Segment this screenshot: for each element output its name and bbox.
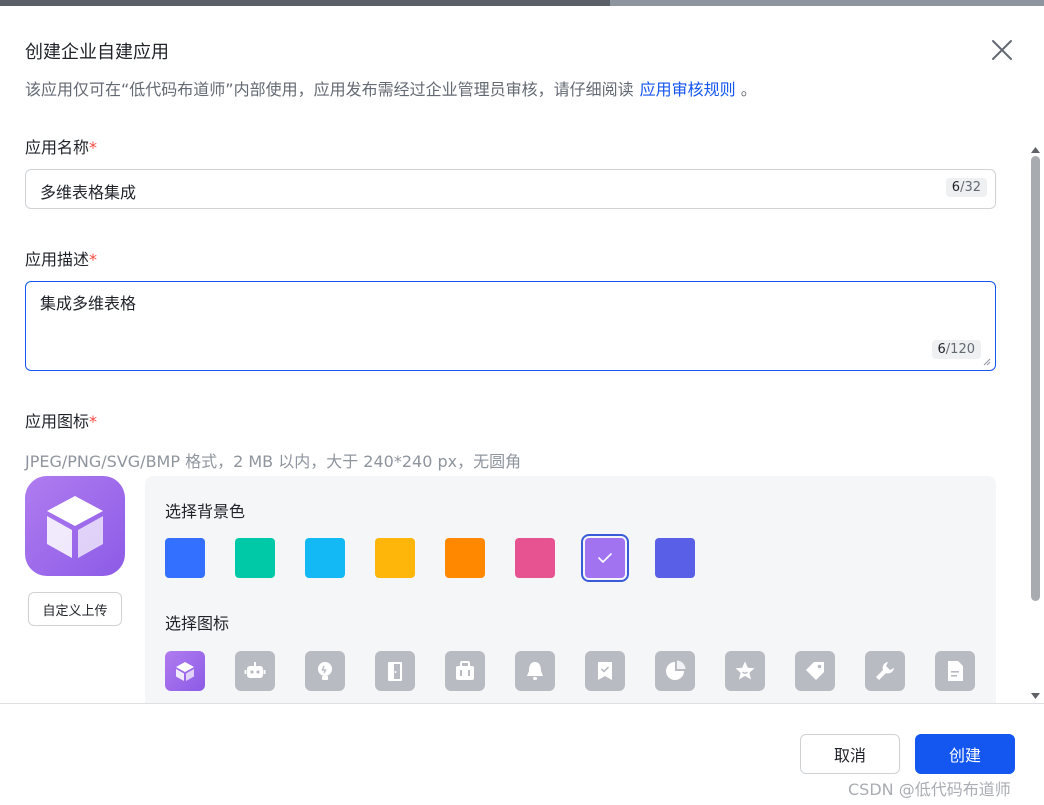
color-swatch[interactable] [165,538,205,578]
check-icon [598,553,612,563]
icon-option[interactable] [865,651,905,691]
bookmark-check-icon [598,662,612,680]
icon-option[interactable] [235,651,275,691]
cancel-button[interactable]: 取消 [800,734,900,774]
scroll-down-arrow-icon[interactable] [1030,692,1041,700]
description-label: 应用描述* [25,246,97,270]
subtitle-text: 该应用仅可在“低代码布道师”内部使用，应用发布需经过企业管理员审核，请仔细阅读 [25,80,634,99]
name-input[interactable]: 多维表格集成 6/32 [25,169,996,209]
scrollbar[interactable] [1029,146,1042,702]
icon-option[interactable] [935,651,975,691]
custom-upload-button[interactable]: 自定义上传 [28,592,122,626]
name-char-count: 6/32 [945,178,987,197]
subtitle-end: 。 [740,80,757,99]
name-label-text: 应用名称 [25,138,90,157]
app-icon-preview [25,476,125,576]
star-icon [735,661,755,680]
color-swatch[interactable] [235,538,275,578]
wrench-icon [876,662,894,680]
color-swatch[interactable] [515,538,555,578]
icon-choice-label: 选择图标 [165,614,230,633]
icon-option[interactable] [515,651,555,691]
icon-option[interactable] [585,651,625,691]
required-mark: * [89,412,98,431]
description-count-max: /120 [945,342,975,357]
bell-icon [527,662,543,680]
icon-label: 应用图标* [25,408,97,432]
icon-option[interactable] [375,651,415,691]
door-icon [388,662,402,681]
rules-link[interactable]: 应用审核规则 [640,80,736,99]
name-input-value: 多维表格集成 [40,183,137,202]
icon-option[interactable] [795,651,835,691]
dialog-footer: 取消 创建 CSDN @低代码布道师 [0,703,1044,805]
icon-option[interactable] [305,651,345,691]
name-label: 应用名称* [25,134,97,158]
color-swatch[interactable] [305,538,345,578]
csdn-watermark: CSDN @低代码布道师 [848,780,1011,799]
description-label-text: 应用描述 [25,250,90,269]
lightbulb-icon [318,662,332,680]
icon-picker-panel: 选择背景色 选择图标 [145,476,996,716]
description-count-current: 6 [937,342,946,357]
color-swatch[interactable] [581,534,629,582]
description-value: 集成多维表格 [40,294,137,313]
description-char-count: 6/120 [931,340,981,359]
name-count-max: /32 [960,180,981,195]
required-mark: * [89,250,98,269]
cube-icon [176,662,194,681]
bg-color-label: 选择背景色 [165,502,246,521]
resize-handle-icon[interactable] [983,358,991,366]
robot-icon [244,662,266,678]
pie-chart-icon [666,660,686,680]
icon-option[interactable] [445,651,485,691]
dialog-subtitle: 该应用仅可在“低代码布道师”内部使用，应用发布需经过企业管理员审核，请仔细阅读应… [25,76,757,100]
color-swatch[interactable] [655,538,695,578]
icon-option[interactable] [655,651,695,691]
create-app-dialog: 创建企业自建应用 该应用仅可在“低代码布道师”内部使用，应用发布需经过企业管理员… [0,6,1044,805]
color-swatch[interactable] [445,538,485,578]
name-count-current: 6 [951,180,961,195]
icon-option[interactable] [725,651,765,691]
icon-format-hint: JPEG/PNG/SVG/BMP 格式，2 MB 以内，大于 240*240 p… [25,452,522,471]
document-icon [948,661,963,681]
color-swatch[interactable] [375,538,415,578]
dialog-title: 创建企业自建应用 [25,42,169,63]
briefcase-icon [456,661,474,680]
description-textarea[interactable]: 集成多维表格 6/120 [25,281,996,371]
required-mark: * [89,138,98,157]
icon-label-text: 应用图标 [25,412,90,431]
cube-icon [47,496,103,558]
icon-option[interactable] [165,651,205,691]
create-button[interactable]: 创建 [915,734,1015,774]
close-icon[interactable] [988,36,1016,64]
tag-icon [806,662,824,680]
scroll-up-arrow-icon[interactable] [1030,146,1041,154]
scrollbar-thumb[interactable] [1031,156,1040,601]
